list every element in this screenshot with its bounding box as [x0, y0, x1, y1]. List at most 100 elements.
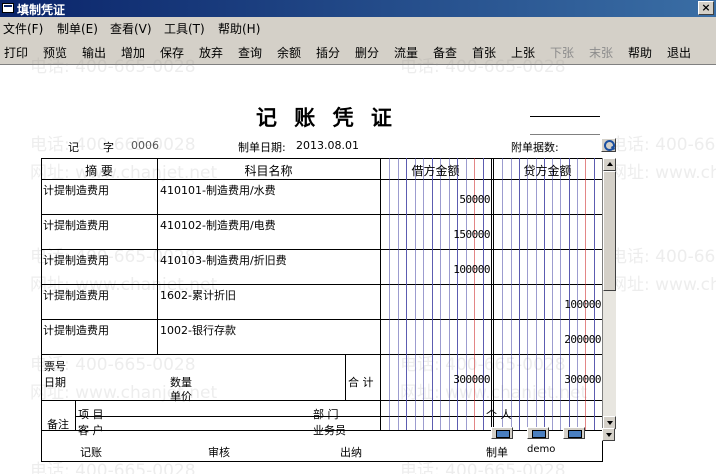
digit-guide-line: [594, 158, 595, 430]
discard-button[interactable]: 放弃: [199, 44, 223, 61]
entry-debit[interactable]: 100000: [382, 263, 490, 276]
vertical-scrollbar[interactable]: [602, 158, 616, 430]
grid-line: [380, 158, 381, 430]
menu-file[interactable]: 文件(F): [3, 20, 43, 37]
balance-button[interactable]: 余额: [277, 44, 301, 61]
digit-guide-line: [577, 158, 578, 430]
voucher-type[interactable]: 记: [68, 139, 79, 155]
price-label: 单价: [170, 390, 192, 403]
entry-credit[interactable]: 200000: [495, 333, 601, 346]
digit-guide-line: [519, 158, 520, 430]
digit-guide-line: [536, 158, 537, 430]
memo-button[interactable]: 备查: [433, 44, 457, 61]
export-button[interactable]: 输出: [82, 44, 106, 61]
header-account: 科目名称: [244, 164, 293, 178]
menu-bar: 文件(F) 制单(E) 查看(V) 工具(T) 帮助(H): [0, 17, 716, 37]
next-button[interactable]: 下张: [550, 44, 574, 61]
header-debit: 借方金额: [411, 164, 460, 178]
entry-account[interactable]: 1602-累计折旧: [160, 287, 236, 303]
entry-summary[interactable]: 计提制造费用: [43, 287, 109, 303]
entry-summary[interactable]: 计提制造费用: [43, 252, 109, 268]
date-label: 制单日期:: [238, 141, 286, 154]
prev-button[interactable]: 上张: [511, 44, 535, 61]
salesman-label[interactable]: 业务员: [313, 422, 346, 438]
save-button[interactable]: 保存: [160, 44, 184, 61]
attachments-label: 附单据数:: [511, 141, 559, 154]
toolbar: 打印 预览 输出 增加 保存 放弃 查询 余额 插分 删分 流量 备查 首张 上…: [0, 37, 716, 65]
last-button[interactable]: 末张: [589, 44, 613, 61]
header-summary: 摘 要: [85, 164, 113, 178]
grid-line: [493, 158, 494, 430]
title-bar: 填制凭证 ×: [0, 0, 716, 17]
search-icon[interactable]: [601, 138, 616, 152]
window-title: 填制凭证: [17, 3, 66, 17]
title-underline: [530, 116, 600, 117]
entry-debit[interactable]: 150000: [382, 228, 490, 241]
maker-label: 制单: [486, 446, 508, 459]
entry-account[interactable]: 410102-制造费用/电费: [160, 217, 276, 233]
bookkeeping-label: 记账: [80, 446, 102, 459]
watermark-phone: 电话: 400-665-0028: [610, 247, 716, 267]
delete-entry-button[interactable]: 删分: [355, 44, 379, 61]
entry-debit[interactable]: 50000: [382, 193, 490, 206]
print-button[interactable]: 打印: [4, 44, 28, 61]
scroll-thumb[interactable]: [603, 171, 616, 291]
menu-help[interactable]: 帮助(H): [218, 20, 260, 37]
total-debit: 300000: [453, 373, 490, 386]
voucher-title: 记 账 凭 证: [256, 105, 397, 130]
audit-label: 审核: [208, 446, 230, 459]
voucher-number[interactable]: 0006: [131, 139, 159, 152]
remarks-scroll-down-icon[interactable]: [602, 428, 615, 441]
header-credit: 贷方金额: [523, 164, 572, 178]
digit-guide-line: [585, 158, 586, 430]
digit-guide-line: [560, 158, 561, 430]
bank-reconcile-icon[interactable]: [491, 427, 513, 439]
digit-guide-line: [502, 158, 503, 430]
watermark-site: 网址: www.chanjet.net: [610, 275, 716, 295]
digit-guide-line: [569, 158, 570, 430]
insert-entry-button[interactable]: 插分: [316, 44, 340, 61]
department-label[interactable]: 部 门: [313, 406, 339, 422]
entry-summary[interactable]: 计提制造费用: [43, 322, 109, 338]
window-app-icon: [2, 3, 14, 13]
entry-account[interactable]: 1002-银行存款: [160, 322, 236, 338]
cashier-label: 出纳: [340, 446, 362, 459]
total-credit: 300000: [564, 373, 601, 386]
project-label[interactable]: 项 目: [78, 406, 104, 422]
entry-account[interactable]: 410101-制造费用/水费: [160, 182, 276, 198]
add-button[interactable]: 增加: [121, 44, 145, 61]
ledger-icon[interactable]: [563, 427, 585, 439]
person-label[interactable]: 个 人: [486, 406, 512, 422]
total-label: 合 计: [348, 376, 374, 389]
close-button[interactable]: ×: [698, 1, 714, 15]
digit-guide-line: [511, 158, 512, 430]
menu-view[interactable]: 查看(V): [110, 20, 152, 37]
voucher-date[interactable]: 2013.08.01: [296, 139, 359, 152]
voucher-type-suffix: 字: [103, 141, 114, 154]
help-button[interactable]: 帮助: [628, 44, 652, 61]
scroll-up-icon[interactable]: [603, 158, 616, 171]
bill-no-label: 票号: [44, 360, 66, 373]
grid-line: [491, 158, 492, 430]
preview-button[interactable]: 预览: [43, 44, 67, 61]
entry-account[interactable]: 410103-制造费用/折旧费: [160, 252, 287, 268]
grid-line: [75, 400, 76, 430]
voucher-area: 电话: 400-665-0028 电话: 400-665-0028 电话: 40…: [0, 57, 716, 474]
customer-label[interactable]: 客 户: [78, 422, 104, 438]
menu-tools[interactable]: 工具(T): [164, 20, 205, 37]
entry-summary[interactable]: 计提制造费用: [43, 182, 109, 198]
first-button[interactable]: 首张: [472, 44, 496, 61]
watermark-site: 网址: www.chanjet.net: [610, 163, 716, 183]
watermark-phone: 电话: 400-665-0028: [610, 135, 716, 155]
grid-line: [75, 416, 603, 417]
cashflow-button[interactable]: 流量: [394, 44, 418, 61]
digit-guide-line: [527, 158, 528, 430]
entry-credit[interactable]: 100000: [495, 298, 601, 311]
exit-button[interactable]: 退出: [667, 44, 691, 61]
remarks-label: 备注: [47, 418, 69, 431]
title-underline: [530, 134, 600, 135]
menu-voucher[interactable]: 制单(E): [57, 20, 98, 37]
cashflow-icon[interactable]: [527, 427, 549, 439]
query-button[interactable]: 查询: [238, 44, 262, 61]
entry-summary[interactable]: 计提制造费用: [43, 217, 109, 233]
